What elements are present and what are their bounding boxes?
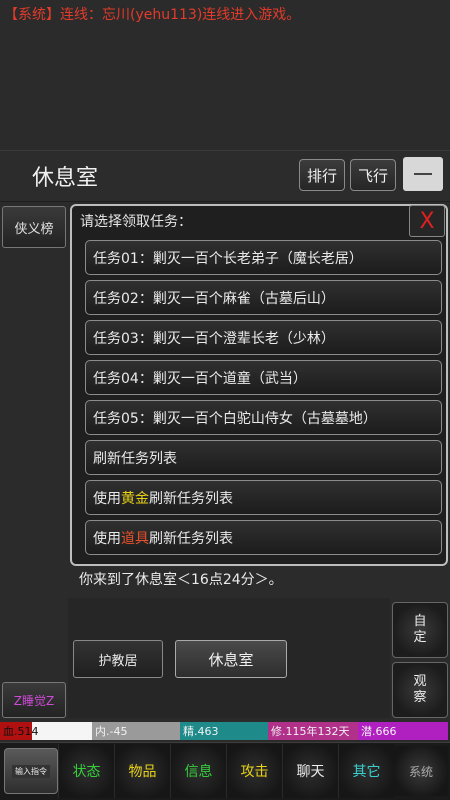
arrival-message: 你来到了休息室＜16点24分＞。 xyxy=(79,572,283,588)
refresh-tasks-button[interactable]: 刷新任务列表 xyxy=(85,440,442,475)
exit-button-left[interactable]: 护教居 xyxy=(73,640,163,678)
tab-info[interactable]: 信息 xyxy=(170,744,226,798)
sleep-button[interactable]: Z睡觉Z xyxy=(2,682,66,718)
hero-rank-button[interactable]: 侠义榜 xyxy=(2,206,66,248)
tab-items[interactable]: 物品 xyxy=(114,744,170,798)
room-title: 休息室 xyxy=(32,166,99,191)
tab-other[interactable]: 其它 xyxy=(338,744,394,798)
minus-icon xyxy=(414,173,432,175)
collapse-button[interactable] xyxy=(403,157,443,191)
tab-attack[interactable]: 攻击 xyxy=(226,744,282,798)
task-item-04[interactable]: 任务04：剿灭一百个道童（武当） xyxy=(85,360,442,395)
item-refresh-button[interactable]: 使用 道具 刷新任务列表 xyxy=(85,520,442,555)
item-refresh-suffix: 刷新任务列表 xyxy=(149,530,233,547)
stat-stamina: 精.463 xyxy=(180,722,268,740)
tab-chat[interactable]: 聊天 xyxy=(282,744,338,798)
observe-label: 观察 xyxy=(413,674,427,705)
item-highlight: 道具 xyxy=(121,530,149,547)
gold-refresh-suffix: 刷新任务列表 xyxy=(149,490,233,507)
stat-hp: 血.514 xyxy=(0,722,92,740)
task-item-03[interactable]: 任务03：剿灭一百个澄辈长老（少林） xyxy=(85,320,442,355)
tab-status[interactable]: 状态 xyxy=(58,744,114,798)
gold-refresh-button[interactable]: 使用 黄金 刷新任务列表 xyxy=(85,480,442,515)
gold-refresh-prefix: 使用 xyxy=(93,490,121,507)
task-panel-title: 请选择领取任务： xyxy=(80,214,192,230)
stat-cultivation: 修.115年132天 xyxy=(268,722,358,740)
task-item-05[interactable]: 任务05：剿灭一百个白驼山侍女（古墓墓地） xyxy=(85,400,442,435)
input-command-button[interactable]: 输入指令 xyxy=(4,748,58,794)
task-item-02[interactable]: 任务02：剿灭一百个麻雀（古墓后山） xyxy=(85,280,442,315)
custom-button[interactable]: 自定 xyxy=(392,602,448,658)
close-button[interactable]: X xyxy=(409,205,445,237)
stat-mp: 内.-45 xyxy=(92,722,180,740)
input-command-label: 输入指令 xyxy=(12,764,50,778)
observe-button[interactable]: 观察 xyxy=(392,662,448,718)
rank-button[interactable]: 排行 xyxy=(299,159,345,191)
system-message: 【系统】连线：忘川(yehu113)连线进入游戏。 xyxy=(4,7,301,23)
fly-button[interactable]: 飞行 xyxy=(350,159,396,191)
stat-potential: 潜.666 xyxy=(358,722,448,740)
custom-label: 自定 xyxy=(413,614,427,645)
gold-highlight: 黄金 xyxy=(121,490,149,507)
item-refresh-prefix: 使用 xyxy=(93,530,121,547)
current-room-button[interactable]: 休息室 xyxy=(175,640,287,678)
task-item-01[interactable]: 任务01：剿灭一百个长老弟子（魔长老居） xyxy=(85,240,442,275)
tab-system[interactable]: 系统 xyxy=(394,746,448,796)
